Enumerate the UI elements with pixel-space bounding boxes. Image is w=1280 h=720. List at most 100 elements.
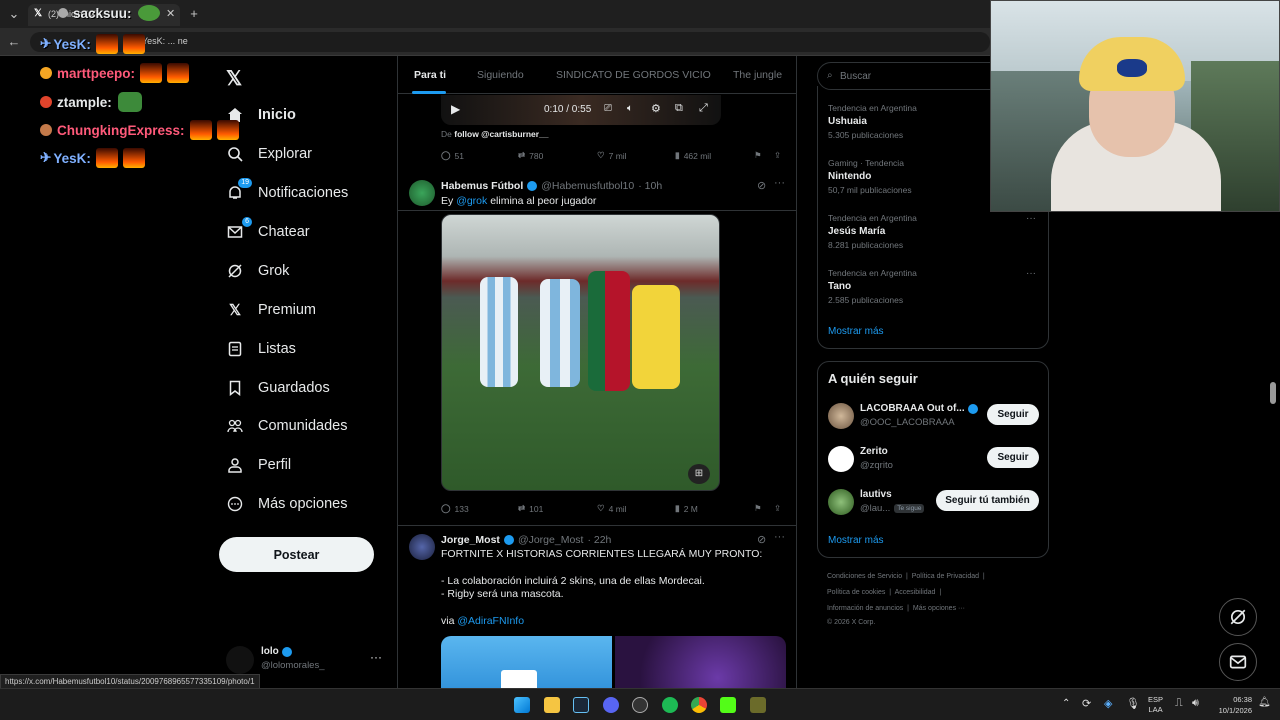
- media-image[interactable]: [615, 636, 786, 688]
- author-handle[interactable]: @Habemusfutbol10: [541, 180, 634, 192]
- author-name[interactable]: Jorge_Most: [441, 534, 500, 546]
- share-icon[interactable]: ⇪: [774, 503, 781, 514]
- messages-fab[interactable]: [1219, 643, 1257, 681]
- nav-item-comunidades[interactable]: Comunidades: [226, 409, 347, 443]
- grok-icon[interactable]: ⊘: [757, 179, 766, 192]
- suggestion-handle[interactable]: @lau...: [860, 503, 890, 514]
- post-image[interactable]: ⊞: [441, 214, 720, 491]
- grok-fab[interactable]: [1219, 598, 1257, 636]
- tray-chevron-icon[interactable]: ⌃: [1062, 698, 1070, 709]
- repost-button[interactable]: ⇄ 101: [518, 503, 543, 514]
- author-handle[interactable]: @Jorge_Most: [518, 534, 584, 546]
- notifications-icon[interactable]: 🔔︎: [1258, 697, 1271, 708]
- nav-item-listas[interactable]: Listas: [226, 332, 296, 366]
- file-explorer-icon[interactable]: [544, 697, 560, 713]
- tray-app-icon[interactable]: ◈: [1104, 697, 1112, 710]
- suggestion-handle[interactable]: @zqrito: [860, 460, 893, 471]
- volume-icon[interactable]: 🔊︎: [1192, 697, 1199, 710]
- mention-link[interactable]: @grok: [456, 195, 487, 207]
- more-dots-icon[interactable]: ···: [1026, 268, 1036, 279]
- nav-item-premium[interactable]: 𝕏 Premium: [226, 293, 316, 327]
- image-tag-icon[interactable]: ⊞: [688, 464, 710, 484]
- show-more-trends[interactable]: Mostrar más: [828, 326, 884, 337]
- footer-link[interactable]: Más opciones ···: [913, 605, 965, 612]
- chrome-icon[interactable]: [691, 697, 707, 713]
- follow-button[interactable]: Seguir: [987, 447, 1039, 468]
- post-time[interactable]: · 10h: [638, 180, 662, 192]
- author-name[interactable]: Habemus Fútbol: [441, 180, 523, 192]
- views-button[interactable]: ▮ 2 M: [675, 503, 698, 514]
- grok-icon[interactable]: ⊘: [757, 533, 766, 546]
- back-arrow-icon[interactable]: ←: [4, 32, 24, 52]
- x-logo-icon[interactable]: 𝕏: [226, 66, 242, 91]
- bookmark-icon[interactable]: ⚑: [754, 150, 762, 161]
- views-button[interactable]: ▮ 462 mil: [675, 150, 711, 161]
- suggestion-name[interactable]: lautivs: [860, 489, 892, 500]
- discord-icon[interactable]: [603, 697, 619, 713]
- avatar[interactable]: [828, 489, 854, 515]
- play-icon[interactable]: ▶: [451, 102, 460, 116]
- obs-icon[interactable]: [632, 697, 648, 713]
- avatar[interactable]: [828, 446, 854, 472]
- footer-link[interactable]: Información de anuncios: [827, 605, 903, 612]
- nav-item-chatear[interactable]: 6 Chatear: [226, 215, 310, 249]
- show-more-suggestions[interactable]: Mostrar más: [828, 535, 884, 546]
- new-tab-icon[interactable]: +: [184, 4, 204, 24]
- suggestion-name[interactable]: LACOBRAAA Out of...: [860, 403, 965, 414]
- suggestion-name[interactable]: Zerito: [860, 446, 888, 457]
- tray-app-icon[interactable]: ⟳: [1082, 697, 1091, 710]
- follow-button[interactable]: Seguir: [987, 404, 1039, 425]
- kick-icon[interactable]: [720, 697, 736, 713]
- close-tab-icon[interactable]: ✕: [166, 7, 175, 20]
- avatar[interactable]: [828, 403, 854, 429]
- account-switcher[interactable]: lolo @lolomorales_ ···: [226, 644, 386, 676]
- trend-item[interactable]: Tendencia en Argentina Tano 2.585 publicac…: [828, 268, 917, 305]
- nav-item-grok[interactable]: Grok: [226, 254, 289, 288]
- clock[interactable]: 06:38 10/1/2026: [1212, 694, 1252, 716]
- post-button[interactable]: Postear: [219, 537, 374, 572]
- spotify-icon[interactable]: [662, 697, 678, 713]
- tab-siguiendo[interactable]: Siguiendo: [477, 69, 524, 81]
- tab-list-icon[interactable]: ⌄: [4, 4, 24, 24]
- footer-link[interactable]: Política de cookies: [827, 589, 885, 596]
- captions-icon[interactable]: ⎚: [604, 103, 612, 114]
- nav-item-guardados[interactable]: Guardados: [226, 371, 330, 405]
- avatar[interactable]: [409, 534, 435, 560]
- footer-link[interactable]: Condiciones de Servicio: [827, 573, 902, 580]
- post-jorge-most[interactable]: Jorge_Most @Jorge_Most · 22h ⊘ ··· FORTN…: [398, 526, 796, 688]
- nav-item-notificaciones[interactable]: 19 Notificaciones: [226, 176, 348, 210]
- share-icon[interactable]: ⇪: [774, 150, 781, 161]
- repost-button[interactable]: ⇄ 780: [518, 150, 543, 161]
- start-icon[interactable]: [514, 697, 530, 713]
- address-field[interactable]: YesK: ... ne: [30, 32, 990, 52]
- volume-icon[interactable]: 🔈︎: [627, 103, 633, 114]
- post-time[interactable]: · 22h: [587, 534, 611, 546]
- media-image[interactable]: [441, 636, 612, 688]
- via-link[interactable]: @AdiraFNInfo: [457, 615, 524, 627]
- suggestion-handle[interactable]: @OOC_LACOBRAAA: [860, 417, 955, 428]
- like-button[interactable]: ♡ 7 mil: [597, 150, 627, 161]
- settings-icon[interactable]: ⚙︎: [651, 102, 661, 115]
- nav-item-mas-opciones[interactable]: Más opciones: [226, 487, 347, 521]
- post-media[interactable]: [441, 636, 786, 688]
- bookmark-icon[interactable]: ⚑: [754, 503, 762, 514]
- steam-icon[interactable]: [573, 697, 589, 713]
- fullscreen-icon[interactable]: ⤢: [699, 102, 708, 115]
- language-indicator[interactable]: ESP LAA: [1148, 695, 1163, 715]
- trend-item[interactable]: Tendencia en Argentina Ushuaia 5.305 publi…: [828, 103, 917, 140]
- microphone-icon[interactable]: 🎙︎: [1126, 697, 1140, 710]
- reply-button[interactable]: ◯ 51: [441, 150, 464, 161]
- network-icon[interactable]: ⎍: [1175, 697, 1183, 710]
- like-button[interactable]: ♡ 4 mil: [597, 503, 627, 514]
- avatar[interactable]: [409, 180, 435, 206]
- more-dots-icon[interactable]: ···: [370, 650, 382, 664]
- nav-item-perfil[interactable]: Perfil: [226, 448, 291, 482]
- app-icon[interactable]: [750, 697, 766, 713]
- more-dots-icon[interactable]: ···: [774, 177, 785, 189]
- tab-sindicato[interactable]: SINDICATO DE GORDOS VICIO: [556, 69, 711, 81]
- page-scrollbar[interactable]: [1270, 382, 1276, 404]
- post-habemus[interactable]: Habemus Fútbol @Habemusfutbol10 · 10h ⊘ …: [398, 172, 796, 526]
- footer-link[interactable]: Política de Privacidad: [912, 573, 979, 580]
- pip-icon[interactable]: ⧉: [675, 102, 683, 115]
- more-dots-icon[interactable]: ···: [1026, 213, 1036, 224]
